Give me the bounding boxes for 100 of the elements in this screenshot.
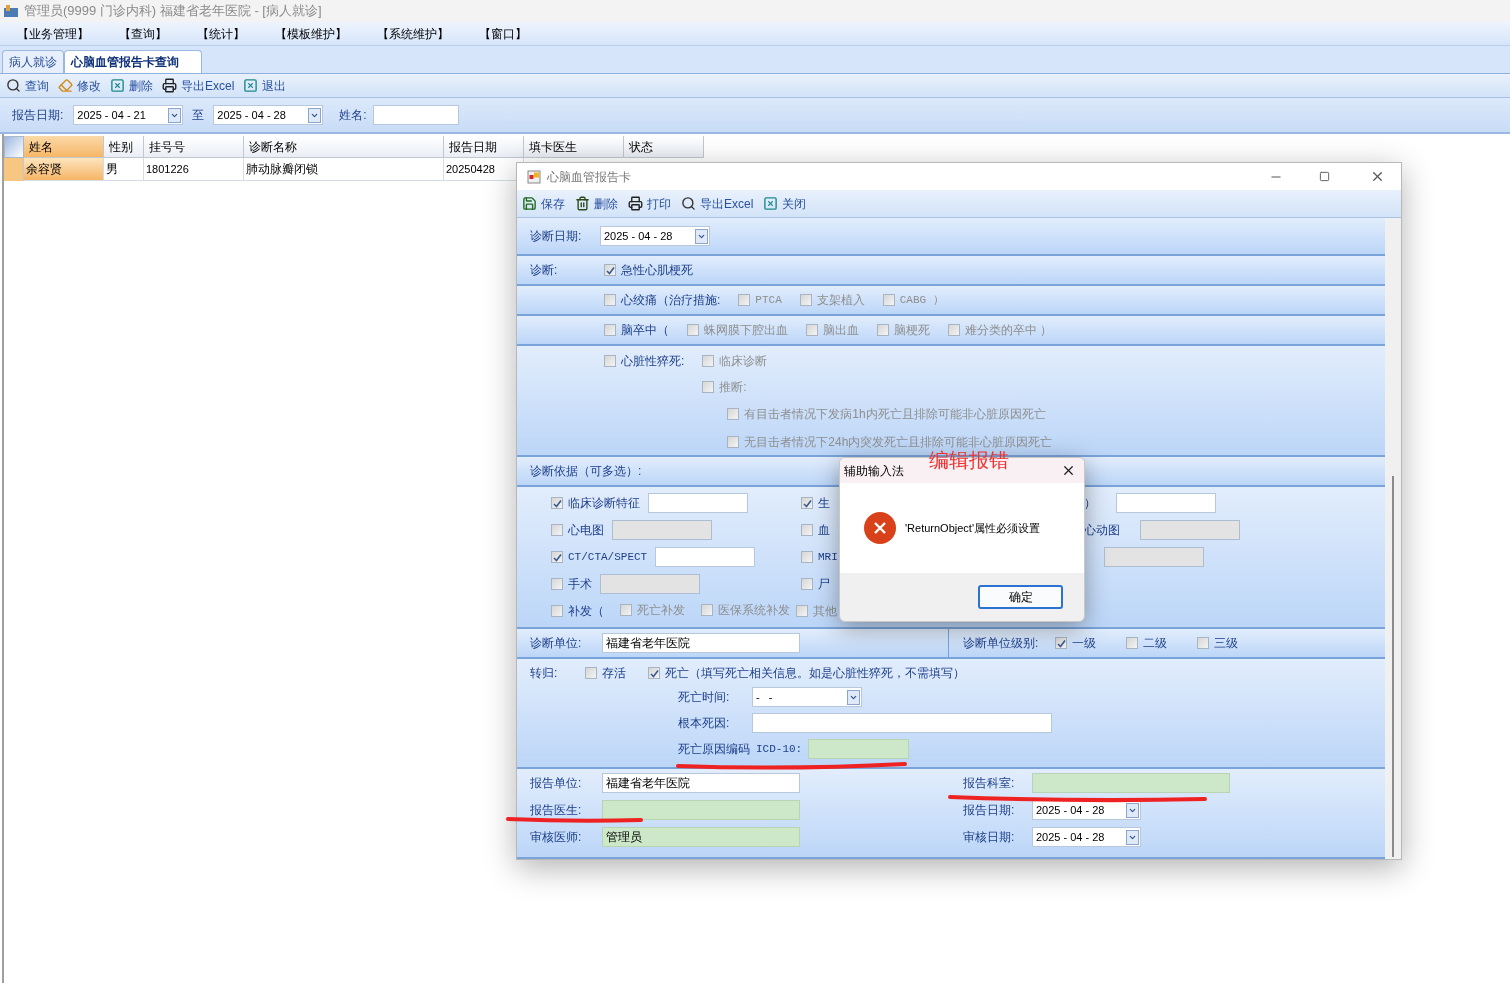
check-icon	[552, 552, 562, 562]
menu-item[interactable]: 【查询】	[119, 24, 167, 43]
checkbox[interactable]	[801, 551, 813, 563]
checkbox[interactable]	[585, 667, 597, 679]
checkbox-label: 支架植入	[816, 292, 865, 309]
search-icon	[6, 78, 21, 93]
date-picker[interactable]: - -	[752, 687, 862, 707]
tab[interactable]: 心脑血管报告卡查询	[64, 50, 202, 73]
field-label: 报告单位:	[530, 775, 583, 792]
checkbox-label: 血	[818, 522, 830, 539]
input-field[interactable]: 管理员	[602, 827, 800, 847]
checkbox[interactable]	[604, 355, 616, 367]
column-header[interactable]: 填卡医生	[524, 136, 624, 158]
checkbox[interactable]	[604, 324, 616, 336]
checkbox-label: CABG ）	[899, 292, 944, 308]
field-label: 诊断单位:	[530, 635, 583, 652]
dropdown-button[interactable]	[1126, 829, 1139, 845]
menu-item[interactable]: 【业务管理】	[17, 24, 89, 43]
date-picker[interactable]: 2025 - 04 - 28	[600, 226, 710, 246]
column-header[interactable]: 报告日期	[444, 136, 524, 158]
checkbox[interactable]	[801, 497, 813, 509]
date-picker[interactable]: 2025 - 04 - 21	[73, 105, 184, 125]
toolbar-button[interactable]: 导出Excel	[681, 194, 754, 213]
date-picker[interactable]: 2025 - 04 - 28	[1032, 800, 1141, 820]
toolbar-button[interactable]: 修改	[58, 76, 101, 95]
checkbox-label: 心脏性猝死:	[621, 353, 685, 370]
ok-button[interactable]: 确定	[978, 585, 1063, 609]
checkbox[interactable]	[801, 578, 813, 590]
checkbox[interactable]	[648, 667, 660, 679]
field-label: 姓名:	[339, 107, 367, 124]
toolbar-button[interactable]: 退出	[243, 76, 287, 95]
eraser-icon	[58, 78, 73, 93]
input-field[interactable]	[752, 713, 1052, 733]
input-field[interactable]: 福建省老年医院	[602, 633, 800, 653]
table-cell: 男	[104, 158, 144, 181]
maximize-icon[interactable]	[1319, 171, 1330, 182]
checkbox[interactable]	[604, 264, 616, 276]
column-header[interactable]: 挂号号	[144, 136, 244, 158]
row-indicator[interactable]	[4, 158, 24, 181]
printer-icon	[162, 78, 177, 93]
search-icon	[681, 196, 696, 211]
checkbox[interactable]	[551, 578, 563, 590]
close-icon[interactable]	[1061, 463, 1076, 478]
menu-item[interactable]: 【系统维护】	[377, 24, 449, 43]
dropdown-button[interactable]	[695, 228, 708, 244]
checkbox[interactable]	[551, 497, 563, 509]
field-label: ）	[1084, 495, 1096, 512]
column-header[interactable]: 姓名	[24, 136, 104, 158]
dropdown-button[interactable]	[168, 107, 182, 123]
checkbox[interactable]	[551, 524, 563, 536]
field-label: 转归:	[530, 665, 559, 682]
checkbox-label: 临床诊断特征	[568, 495, 640, 512]
checkbox-label: CT/CTA/SPECT	[568, 549, 648, 565]
input-field[interactable]	[808, 739, 910, 759]
toolbar-button[interactable]: 删除	[110, 76, 153, 95]
checkbox[interactable]	[1197, 637, 1209, 649]
dropdown-button[interactable]	[1126, 802, 1139, 818]
checkbox-label: 急性心肌梗死	[621, 262, 693, 279]
checkbox[interactable]	[604, 294, 616, 306]
menu-item[interactable]: 【窗口】	[479, 24, 527, 43]
tab[interactable]: 病人就诊	[2, 50, 64, 73]
input-field[interactable]	[1116, 493, 1216, 513]
column-header[interactable]: 诊断名称	[244, 136, 444, 158]
date-picker[interactable]: 2025 - 04 - 28	[1032, 827, 1141, 847]
error-icon	[864, 512, 896, 544]
date-picker[interactable]: 2025 - 04 - 28	[213, 105, 324, 125]
checkbox-label: 死亡补发	[637, 602, 685, 619]
toolbar-button[interactable]: 保存	[522, 194, 565, 213]
close-icon[interactable]	[1370, 169, 1385, 184]
table-cell: 余容贤	[24, 158, 104, 181]
menu-item[interactable]: 【模板维护】	[275, 24, 347, 43]
close-box-icon	[763, 196, 779, 211]
input-field[interactable]	[648, 493, 748, 513]
input-field[interactable]	[602, 800, 800, 820]
checkbox-label: 存活	[602, 665, 626, 682]
input-field[interactable]	[1032, 773, 1230, 793]
dropdown-button[interactable]	[847, 689, 860, 705]
field-label: 报告日期:	[963, 802, 1016, 819]
input-field[interactable]	[655, 547, 756, 567]
checkbox[interactable]	[551, 605, 563, 617]
checkbox-label: 尸	[818, 576, 830, 593]
menu-item[interactable]: 【统计】	[197, 24, 245, 43]
checkbox[interactable]	[1126, 637, 1138, 649]
check-icon	[1056, 638, 1066, 648]
dropdown-button[interactable]	[308, 107, 322, 123]
checkbox[interactable]	[551, 551, 563, 563]
checkbox[interactable]	[1055, 637, 1067, 649]
name-field[interactable]	[372, 105, 459, 125]
toolbar-button[interactable]: 删除	[575, 194, 618, 213]
checkbox-label: 手术	[568, 576, 592, 593]
scrollbar[interactable]	[1392, 476, 1394, 857]
input-field[interactable]: 福建省老年医院	[602, 773, 800, 793]
toolbar-button[interactable]: 关闭	[763, 194, 807, 213]
column-header[interactable]: 状态	[624, 136, 704, 158]
toolbar-button[interactable]: 查询	[6, 76, 49, 95]
toolbar-button[interactable]: 打印	[628, 194, 671, 213]
column-header[interactable]: 性别	[104, 136, 144, 158]
toolbar-button[interactable]: 导出Excel	[162, 76, 235, 95]
checkbox-label: 脑出血	[823, 322, 859, 339]
checkbox[interactable]	[801, 524, 813, 536]
